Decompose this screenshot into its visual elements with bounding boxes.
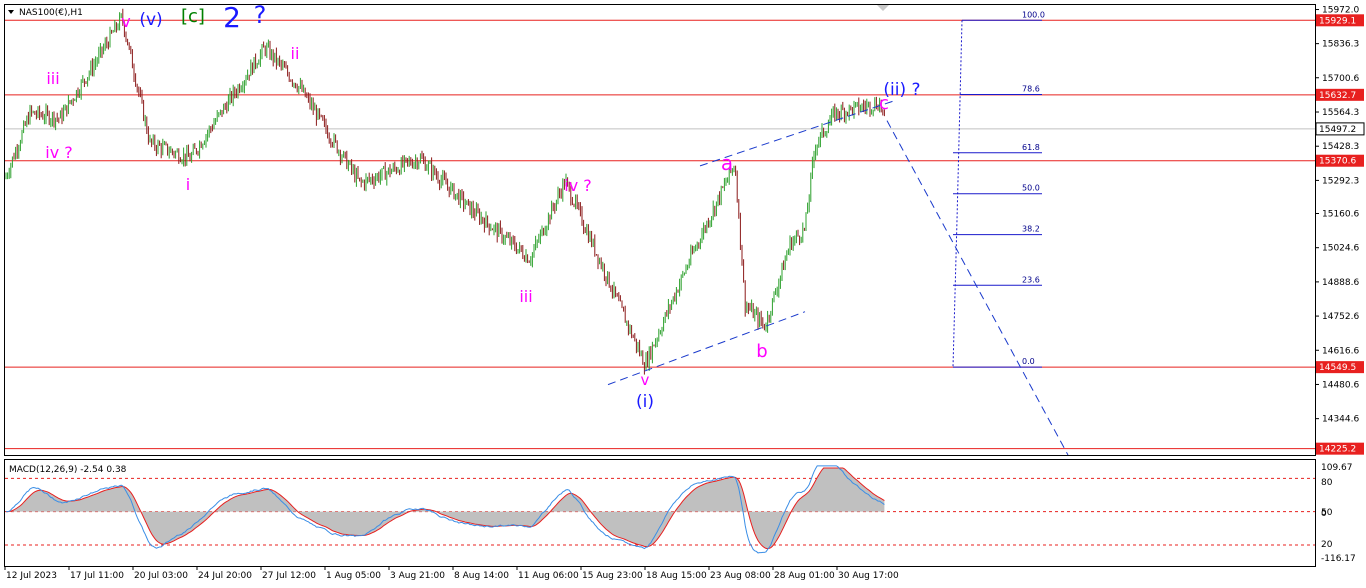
price-level-tag-label: 14549.5 bbox=[1319, 363, 1356, 373]
wave-label: b bbox=[756, 341, 767, 362]
x-axis: 12 Jul 2023 17 Jul 11:00 20 Jul 03:00 24 Ju… bbox=[4, 566, 899, 581]
macd-y-tick-label: 0 bbox=[1321, 509, 1327, 519]
x-tick-label: 20 Jul 03:00 bbox=[134, 571, 188, 581]
wave-label: v bbox=[641, 371, 650, 389]
y-tick-label: 14752.6 bbox=[1322, 312, 1359, 322]
wave-label: iv ? bbox=[564, 176, 592, 195]
fib-level-label: 50.0 bbox=[1022, 184, 1040, 193]
y-tick-label: 15700.6 bbox=[1322, 74, 1359, 84]
x-tick-label: 30 Aug 17:00 bbox=[838, 571, 899, 581]
wave-label: ii bbox=[291, 44, 300, 63]
macd-y-tick-label: 20 bbox=[1321, 540, 1333, 550]
macd-y-tick-label: -116.17 bbox=[1321, 554, 1356, 564]
x-tick-label: 24 Jul 20:00 bbox=[198, 571, 252, 581]
y-tick-label: 15160.6 bbox=[1322, 210, 1359, 220]
macd-y-tick-label: 80 bbox=[1321, 478, 1333, 488]
y-tick-label: 15564.3 bbox=[1322, 108, 1359, 118]
fib-level-label: 78.6 bbox=[1022, 85, 1040, 94]
wave-label: iii bbox=[519, 287, 532, 306]
x-tick-label: 17 Jul 11:00 bbox=[70, 571, 124, 581]
current-price-tag-label: 15497.2 bbox=[1319, 125, 1356, 135]
macd-y-tick-label: 109.67 bbox=[1321, 463, 1353, 473]
y-tick-label: 15024.6 bbox=[1322, 244, 1359, 254]
y-tick-label: 15836.3 bbox=[1322, 40, 1359, 50]
x-tick-label: 23 Aug 08:00 bbox=[710, 571, 771, 581]
price-level-tag-label: 15370.6 bbox=[1319, 157, 1356, 167]
wave-label: iii bbox=[46, 69, 59, 88]
wave-label: iv ? bbox=[45, 143, 73, 162]
y-tick-label: 15292.3 bbox=[1322, 176, 1359, 186]
y-tick-label: 14480.6 bbox=[1322, 380, 1359, 390]
y-tick-label: 15972.0 bbox=[1322, 6, 1359, 16]
y-tick-label: 14616.6 bbox=[1322, 346, 1359, 356]
x-tick-label: 12 Jul 2023 bbox=[6, 571, 57, 581]
title-annotation-part: 2 bbox=[223, 1, 241, 34]
x-tick-label: 1 Aug 05:00 bbox=[326, 571, 381, 581]
price-level-tag-label: 15632.7 bbox=[1319, 91, 1356, 101]
title-annotation-part: (v) bbox=[139, 10, 162, 30]
price-panel-frame bbox=[4, 4, 1316, 456]
chart-canvas: 100.078.661.850.038.223.60.0 iiiiv ?iiii… bbox=[4, 1, 1365, 581]
x-tick-label: 11 Aug 06:00 bbox=[518, 571, 579, 581]
x-tick-label: 18 Aug 15:00 bbox=[646, 571, 707, 581]
macd-label: MACD(12,26,9) -2.54 0.38 bbox=[9, 465, 127, 475]
title-annotation-part: ? bbox=[254, 1, 267, 29]
x-tick-label: 3 Aug 21:00 bbox=[390, 571, 445, 581]
y-axis: 15972.0 15836.3 15700.6 15564.3 15428.3 15292… bbox=[1315, 6, 1365, 564]
wave-label: i bbox=[186, 175, 190, 194]
fib-level-label: 23.6 bbox=[1022, 275, 1040, 284]
wave-label: a bbox=[721, 151, 733, 175]
title-annotation-part: [c] bbox=[181, 6, 205, 27]
x-tick-label: 8 Aug 14:00 bbox=[454, 571, 509, 581]
fib-level-label: 61.8 bbox=[1022, 143, 1040, 152]
x-tick-label: 28 Aug 01:00 bbox=[774, 571, 835, 581]
fib-level-label: 0.0 bbox=[1022, 357, 1035, 366]
x-tick-label: 15 Aug 23:00 bbox=[582, 571, 643, 581]
price-level-tag-label: 14225.2 bbox=[1319, 445, 1356, 455]
title-annotation-part: v bbox=[121, 12, 130, 31]
price-level-tag-label: 15929.1 bbox=[1319, 16, 1356, 26]
fib-level-label: 38.2 bbox=[1022, 225, 1040, 234]
wave-label: (i) bbox=[636, 392, 654, 412]
symbol-label: NAS100(€),H1 bbox=[19, 8, 83, 18]
y-tick-label: 14344.6 bbox=[1322, 415, 1359, 425]
y-tick-label: 15428.3 bbox=[1322, 142, 1359, 152]
y-tick-label: 14888.6 bbox=[1322, 278, 1359, 288]
fib-level-label: 100.0 bbox=[1022, 10, 1045, 19]
wave-label: (ii) ? bbox=[883, 80, 920, 100]
x-tick-label: 27 Jul 12:00 bbox=[262, 571, 316, 581]
